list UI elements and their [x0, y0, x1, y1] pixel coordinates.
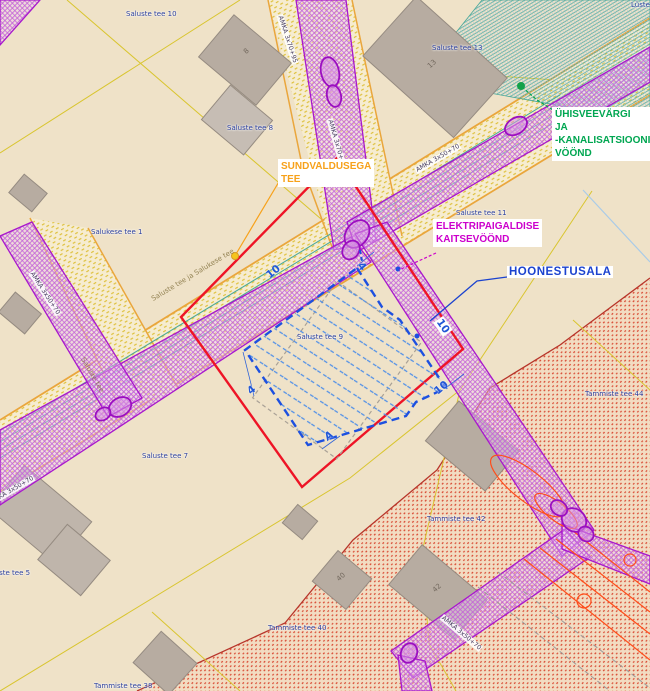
parcel-label-saluste-tee-8: Saluste tee 8 — [227, 124, 273, 132]
map-graphics — [0, 0, 650, 691]
annotation-line: JA — [555, 121, 650, 134]
annotation-sundvaldusega-tee: SUNDVALDUSEGA TEE — [278, 159, 374, 187]
detail-plan-map[interactable]: Saluste tee 10 Saluste tee 13 Saluste te… — [0, 0, 650, 691]
annotation-line: -KANALISATSIOONI — [555, 134, 650, 147]
parcel-label-saluste-tee-9: Saluste tee 9 — [297, 333, 343, 341]
annotation-line: KAITSEVÖÖND — [436, 233, 539, 246]
annotation-elektripaigaldise: ELEKTRIPAIGALDISE KAITSEVÖÖND — [433, 219, 542, 247]
parcel-label-salukese-tee-1: Salukese tee 1 — [91, 228, 142, 236]
annotation-uhisveevargi: ÜHISVEEVÄRGI JA -KANALISATSIOONI VÖÖND — [552, 107, 650, 161]
annotation-line: ÜHISVEEVÄRGI — [555, 108, 650, 121]
water-point-marker — [517, 82, 525, 90]
parcel-label-tammiste-tee-40: Tammiste tee 40 — [268, 624, 326, 632]
parcel-label-saluste-tee-10: Saluste tee 10 — [126, 10, 177, 18]
annotation-line: SUNDVALDUSEGA — [281, 160, 371, 173]
annotation-line: VÖÖND — [555, 147, 650, 160]
parcel-label-luste: Lüste — [631, 1, 650, 9]
annotation-line: TEE — [281, 173, 371, 186]
parcel-label-tammiste-tee-44: Tammiste tee 44 — [585, 390, 643, 398]
annotation-line: ELEKTRIPAIGALDISE — [436, 220, 539, 233]
parcel-label-tammiste-tee-38: Tammiste tee 38 — [94, 682, 152, 690]
parcel-label-saluste-tee-13: Saluste tee 13 — [432, 44, 483, 52]
parcel-label-saluste-tee-7: Saluste tee 7 — [142, 452, 188, 460]
parcel-label-saluste-tee-5: Saluste tee 5 — [0, 569, 30, 577]
parcel-label-saluste-tee-11: Saluste tee 11 — [456, 209, 507, 217]
parcel-label-tammiste-tee-42: Tammiste tee 42 — [427, 515, 485, 523]
annotation-hoonestusala: HOONESTUSALA — [507, 266, 613, 278]
